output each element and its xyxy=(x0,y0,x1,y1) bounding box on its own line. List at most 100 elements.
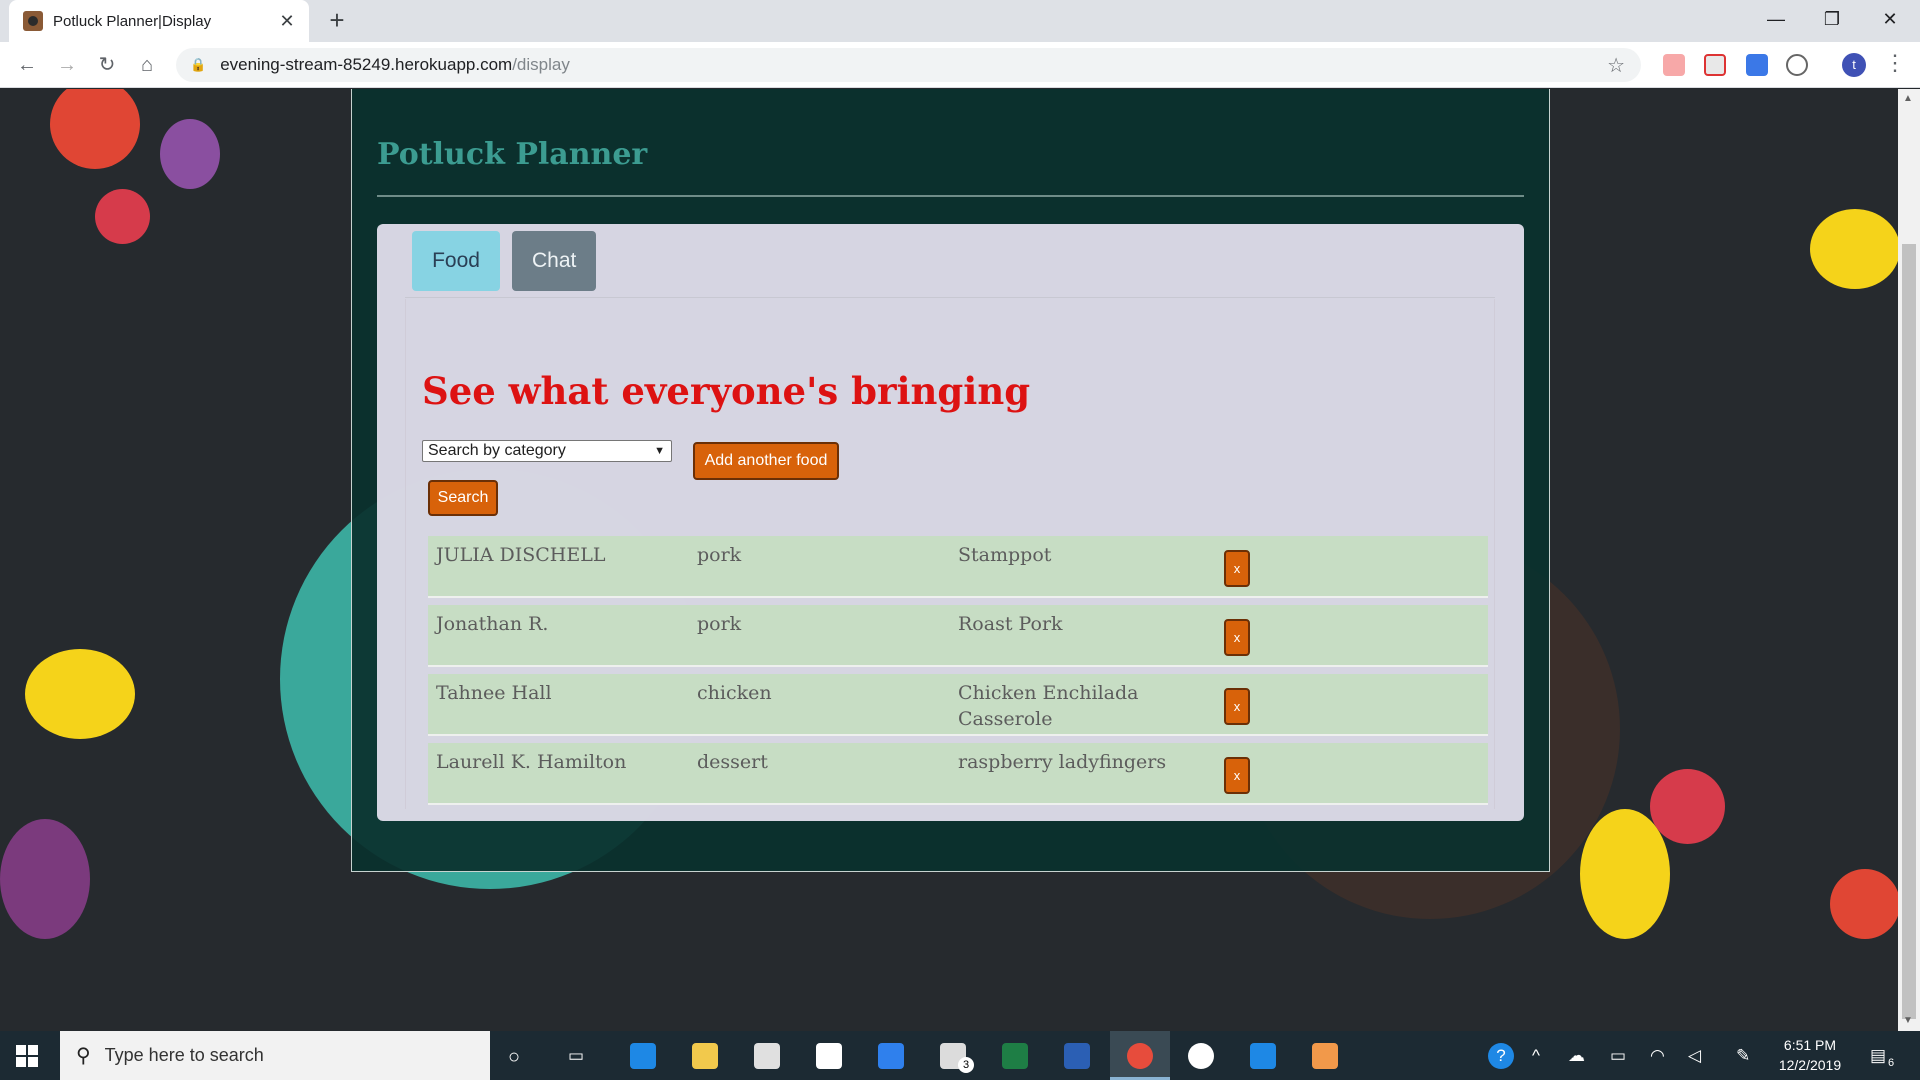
table-row: Tahnee Hall chicken Chicken Enchilada Ca… xyxy=(428,674,1488,736)
add-food-button[interactable]: Add another food xyxy=(693,442,839,480)
help-icon[interactable]: ? xyxy=(1488,1043,1514,1069)
edge-icon[interactable] xyxy=(630,1043,656,1069)
content-panel: Food Chat See what everyone's bringing S… xyxy=(377,224,1524,821)
git-icon[interactable] xyxy=(1312,1043,1338,1069)
file-explorer-icon[interactable] xyxy=(692,1043,718,1069)
scroll-down-icon[interactable]: ▼ xyxy=(1903,1015,1913,1026)
lemon-decoration xyxy=(25,649,135,739)
food-dish: Stamppot xyxy=(958,544,1052,566)
notification-badge: 6 xyxy=(1887,1057,1895,1069)
windows-start-icon[interactable] xyxy=(16,1045,38,1067)
new-tab-button[interactable]: + xyxy=(322,6,352,36)
search-icon: ⚲ xyxy=(76,1045,91,1067)
radish-decoration xyxy=(95,189,150,244)
extension-icon[interactable] xyxy=(1746,54,1768,76)
food-dish: Chicken Enchilada Casserole xyxy=(958,682,1139,730)
extension-icon[interactable] xyxy=(1663,54,1685,76)
page-heading: See what everyone's bringing xyxy=(422,369,1031,413)
back-icon[interactable]: ← xyxy=(12,50,42,80)
delete-food-button[interactable]: x xyxy=(1224,619,1250,656)
close-window-button[interactable]: ✕ xyxy=(1862,0,1918,38)
dropdown-arrow-icon: ▼ xyxy=(654,445,665,457)
page-scrollbar[interactable]: ▲ ▼ xyxy=(1898,89,1920,1031)
category-select-value: Search by category xyxy=(428,442,566,459)
tomato-decoration xyxy=(1830,869,1898,939)
chrome-icon[interactable] xyxy=(1127,1043,1153,1069)
lemon-decoration xyxy=(1810,209,1898,289)
pen-icon[interactable]: ✎ xyxy=(1736,1046,1750,1066)
tab-food[interactable]: Food xyxy=(412,231,500,291)
url-host: evening-stream-85249.herokuapp.com xyxy=(220,55,513,74)
food-person-name: JULIA DISCHELL xyxy=(436,544,606,566)
volume-icon[interactable]: ◁ xyxy=(1688,1046,1701,1066)
azure-icon[interactable] xyxy=(878,1043,904,1069)
windows-taskbar: ⚲ Type here to search ○ ▭ 3 ? ^ ☁ ▭ ◠ ◁ … xyxy=(0,1031,1920,1080)
close-tab-icon[interactable]: ✕ xyxy=(277,11,297,32)
food-person-name: Jonathan R. xyxy=(436,613,549,635)
onedrive-icon[interactable]: ☁ xyxy=(1568,1046,1585,1066)
grapes-decoration xyxy=(0,819,90,939)
minimize-button[interactable]: — xyxy=(1748,0,1804,38)
food-table: JULIA DISCHELL pork Stamppot x Jonathan … xyxy=(428,536,1488,812)
table-row: Laurell K. Hamilton dessert raspberry la… xyxy=(428,743,1488,805)
tab-bar: Food Chat xyxy=(405,226,1495,298)
food-category: chicken xyxy=(697,682,772,704)
mail-badge: 3 xyxy=(958,1057,974,1073)
page-viewport: Potluck Planner Food Chat See what every… xyxy=(0,89,1898,1031)
tab-title: Potluck Planner|Display xyxy=(53,12,212,30)
site-title: Potluck Planner xyxy=(377,137,648,172)
food-person-name: Laurell K. Hamilton xyxy=(436,751,627,773)
url-path: /display xyxy=(512,55,570,74)
forward-icon[interactable]: → xyxy=(52,50,82,80)
delete-food-button[interactable]: x xyxy=(1224,757,1250,794)
table-row: JULIA DISCHELL pork Stamppot x xyxy=(428,536,1488,598)
food-person-name: Tahnee Hall xyxy=(436,682,552,704)
onion-decoration xyxy=(160,119,220,189)
browser-menu-icon[interactable]: ⋮ xyxy=(1884,50,1906,76)
task-view-icon[interactable]: ▭ xyxy=(568,1046,584,1066)
radish-decoration xyxy=(1650,769,1725,844)
home-icon[interactable]: ⌂ xyxy=(132,50,162,80)
tomato-decoration xyxy=(50,89,140,169)
address-bar[interactable]: 🔒 evening-stream-85249.herokuapp.com /di… xyxy=(176,48,1641,82)
excel-icon[interactable] xyxy=(1002,1043,1028,1069)
taskbar-search-box[interactable]: ⚲ Type here to search xyxy=(60,1031,490,1080)
browser-tabstrip: Potluck Planner|Display ✕ + — ❐ ✕ xyxy=(0,0,1920,42)
pocket-extension-icon[interactable] xyxy=(1704,54,1726,76)
show-hidden-icons[interactable]: ^ xyxy=(1532,1046,1540,1066)
table-row: Jonathan R. pork Roast Pork x xyxy=(428,605,1488,667)
main-container: Potluck Planner Food Chat See what every… xyxy=(351,89,1550,872)
food-dish: Roast Pork xyxy=(958,613,1063,635)
scroll-thumb[interactable] xyxy=(1902,244,1916,1019)
delete-food-button[interactable]: x xyxy=(1224,550,1250,587)
store-icon[interactable] xyxy=(754,1043,780,1069)
maximize-button[interactable]: ❐ xyxy=(1804,0,1860,38)
word-icon[interactable] xyxy=(1064,1043,1090,1069)
dropbox-icon[interactable] xyxy=(816,1043,842,1069)
tab-chat[interactable]: Chat xyxy=(512,231,596,291)
clock-time[interactable]: 6:51 PM xyxy=(1766,1037,1854,1053)
wifi-icon[interactable]: ◠ xyxy=(1650,1046,1665,1066)
cortana-icon[interactable]: ○ xyxy=(508,1046,520,1069)
lock-icon: 🔒 xyxy=(190,57,207,72)
vscode-icon[interactable] xyxy=(1250,1043,1276,1069)
food-dish: raspberry ladyfingers xyxy=(958,751,1167,773)
battery-icon[interactable]: ▭ xyxy=(1610,1046,1626,1066)
profile-avatar[interactable]: t xyxy=(1842,53,1866,77)
clock-date[interactable]: 12/2/2019 xyxy=(1766,1057,1854,1073)
site-favicon-icon xyxy=(23,11,43,31)
delete-food-button[interactable]: x xyxy=(1224,688,1250,725)
food-category: pork xyxy=(697,544,742,566)
food-category: pork xyxy=(697,613,742,635)
extension-icon[interactable] xyxy=(1786,54,1808,76)
category-select[interactable]: Search by category ▼ xyxy=(422,440,672,462)
reload-icon[interactable]: ↻ xyxy=(92,50,122,80)
bookmark-star-icon[interactable]: ☆ xyxy=(1607,53,1625,78)
taskbar-search-placeholder: Type here to search xyxy=(104,1045,264,1065)
slack-icon[interactable] xyxy=(1188,1043,1214,1069)
food-category: dessert xyxy=(697,751,768,773)
title-divider xyxy=(377,195,1524,197)
search-button[interactable]: Search xyxy=(428,480,498,516)
scroll-up-icon[interactable]: ▲ xyxy=(1903,93,1913,104)
browser-tab[interactable]: Potluck Planner|Display ✕ xyxy=(9,0,309,42)
